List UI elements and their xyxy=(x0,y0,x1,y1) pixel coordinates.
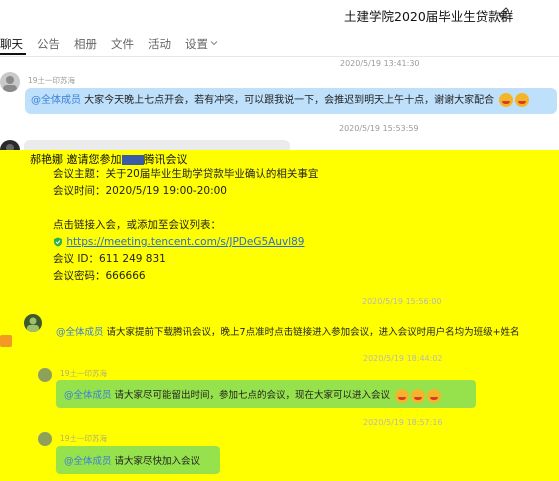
message-text: 请大家尽可能留出时间，参加七点的会议，现在大家可以进入会议 xyxy=(111,390,391,401)
message-bubble[interactable]: @全体成员 大家今天晚上七点开会，若有冲突，可以跟我说一下，会推迟到明天上午十点… xyxy=(25,88,557,114)
timestamp: 2020/5/19 15:53:59 xyxy=(339,124,419,133)
tab-activity[interactable]: 活动 xyxy=(148,36,171,52)
tab-bar: 聊天 公告 相册 文件 活动 设置 xyxy=(0,36,230,55)
mention-all[interactable]: @全体成员 xyxy=(64,456,112,467)
meeting-info[interactable]: 会议主题：关于20届毕业生助学贷款毕业确认的相关事宜 会议时间：2020/5/1… xyxy=(53,166,318,285)
tab-album[interactable]: 相册 xyxy=(74,36,97,52)
header-divider xyxy=(0,56,559,57)
message-text-row[interactable]: @全体成员 请大家提前下载腾讯会议，晚上7点准时点击链接进入参加会议，进入会议时… xyxy=(56,324,520,338)
emoji-icon xyxy=(427,388,442,403)
avatar[interactable] xyxy=(0,72,20,92)
emoji-icon xyxy=(499,93,514,107)
message-text: 请大家尽快加入会议 xyxy=(111,456,201,467)
active-tab-indicator xyxy=(0,53,26,55)
tab-settings[interactable]: 设置 xyxy=(185,36,208,52)
invite-title[interactable]: 郝艳娜 邀请您参加 腾讯会议 xyxy=(30,151,188,167)
sender-name: 19土一印苏海 xyxy=(28,76,76,85)
mention-all[interactable]: @全体成员 xyxy=(56,327,104,338)
mention-all[interactable]: @全体成员 xyxy=(31,95,81,106)
meeting-topic: 会议主题：关于20届毕业生助学贷款毕业确认的相关事宜 xyxy=(53,168,319,180)
avatar[interactable] xyxy=(38,432,52,446)
meeting-link[interactable]: https://meeting.tencent.com/s/JPDeG5Auvl… xyxy=(66,236,304,248)
message-text-row[interactable]: @全体成员 请大家尽快加入会议 xyxy=(64,453,200,467)
timestamp: 2020/5/19 18:57:16 xyxy=(363,418,443,427)
edit-pencil-icon[interactable] xyxy=(498,6,510,18)
invite-app: 腾讯会议 xyxy=(143,153,188,166)
meeting-time: 会议时间：2020/5/19 19:00-20:00 xyxy=(53,185,227,197)
redaction xyxy=(121,155,144,165)
invite-sender: 郝艳娜 xyxy=(30,153,63,166)
tab-announcement[interactable]: 公告 xyxy=(37,36,60,52)
meeting-join-hint: 点击链接入会，或添加至会议列表： xyxy=(53,219,221,231)
avatar[interactable] xyxy=(24,314,42,332)
gift-icon[interactable] xyxy=(0,335,12,347)
chevron-down-icon[interactable] xyxy=(210,39,218,47)
message-text: 大家今天晚上七点开会，若有冲突，可以跟我说一下，会推迟到明天上午十点，谢谢大家配… xyxy=(81,95,495,106)
tab-chat[interactable]: 聊天 xyxy=(0,36,23,52)
group-title: 土建学院2020届毕业生贷款群 xyxy=(344,9,514,24)
secure-shield-icon xyxy=(54,237,62,247)
meeting-id: 会议 ID：611 249 831 xyxy=(53,253,166,265)
emoji-icon xyxy=(411,388,426,403)
timestamp: 2020/5/19 13:41:30 xyxy=(340,59,420,68)
tab-files[interactable]: 文件 xyxy=(111,36,134,52)
avatar[interactable] xyxy=(38,368,52,382)
message-text-row[interactable]: @全体成员 请大家尽可能留出时间，参加七点的会议，现在大家可以进入会议 xyxy=(64,387,442,403)
sender-name: 19土一印苏海 xyxy=(60,369,108,378)
emoji-icon xyxy=(395,388,410,403)
emoji-icon xyxy=(515,93,530,107)
timestamp: 2020/5/19 15:56:00 xyxy=(362,297,442,306)
meeting-link-row: https://meeting.tencent.com/s/JPDeG5Auvl… xyxy=(53,234,318,251)
timestamp: 2020/5/19 18:44:02 xyxy=(363,354,443,363)
sender-name: 19土一印苏海 xyxy=(60,434,108,443)
invite-text: 邀请您参加 xyxy=(63,153,122,166)
meeting-password: 会议密码：666666 xyxy=(53,270,146,282)
message-text: 请大家提前下载腾讯会议，晚上7点准时点击链接进入参加会议，进入会议时用户名均为班… xyxy=(103,327,520,338)
mention-all[interactable]: @全体成员 xyxy=(64,390,112,401)
